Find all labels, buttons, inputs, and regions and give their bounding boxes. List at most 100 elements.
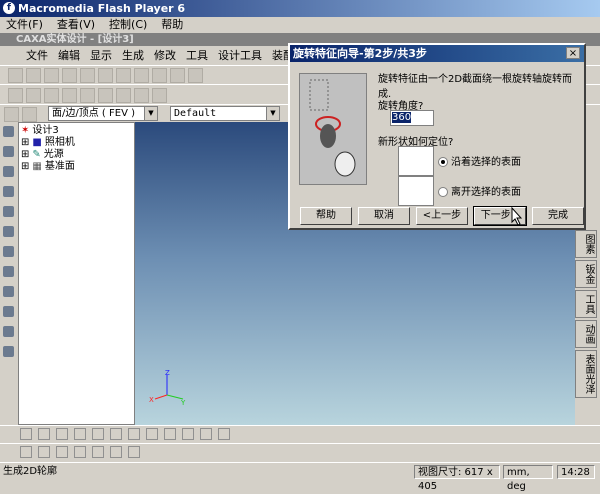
radio-label: 离开选择的表面 [451,187,521,198]
save-icon[interactable] [62,68,77,83]
app-menu-display[interactable]: 显示 [90,46,112,65]
polyline-icon[interactable] [38,428,50,440]
help-pointer-icon[interactable] [188,68,203,83]
app-menu-modify[interactable]: 修改 [154,46,176,65]
tab-animation[interactable]: 动画 [575,320,597,348]
z-axis-label: Z [165,369,170,377]
tool-icon[interactable] [44,88,59,103]
y-axis-label: Y [180,399,186,407]
loft-icon[interactable] [152,88,167,103]
finish-button[interactable]: 完成 [532,207,584,225]
radio-away-surface[interactable]: 离开选择的表面 [438,183,521,198]
menu-control[interactable]: 控制(C) [109,17,147,33]
angle-value: 360 [392,112,412,123]
revolve-icon[interactable] [116,88,131,103]
tool-icon[interactable] [128,446,140,458]
zoom-icon[interactable] [3,206,14,217]
tool-icon[interactable] [62,88,77,103]
app-menu-design-tools[interactable]: 设计工具 [218,46,262,65]
zoom-window-icon[interactable] [3,226,14,237]
cancel-button[interactable]: 取消 [358,207,410,225]
select-arrow-icon[interactable] [4,107,19,122]
rect-icon[interactable] [56,428,68,440]
menu-view[interactable]: 查看(V) [57,17,95,33]
undo-icon[interactable] [80,68,95,83]
app-menu-file[interactable]: 文件 [26,46,48,65]
radio-off-icon [438,187,448,197]
tool-icon[interactable] [3,186,14,197]
tool-icon[interactable] [8,88,23,103]
arc-icon[interactable] [92,428,104,440]
chevron-down-icon: ▼ [144,107,157,120]
light-icon: ✎ [32,149,41,160]
tool-icon[interactable] [3,346,14,357]
tool-icon[interactable] [110,446,122,458]
walk-icon[interactable] [3,166,14,177]
radio-along-surface[interactable]: 沿着选择的表面 [438,153,521,168]
design-tree: ✶ 设计3 ⊞ ■ 照相机 ⊞ ✎ 光源 ⊞ ▦ 基准面 [18,122,135,425]
line-icon[interactable] [20,428,32,440]
chevron-down-icon: ▼ [266,107,279,120]
tool-icon[interactable] [80,88,95,103]
tool-icon[interactable] [152,68,167,83]
dialog-description: 旋转特征由一个2D截面绕一根旋转轴旋转而成. [378,74,573,100]
style-dropdown[interactable]: Default ▼ [170,106,280,121]
help-button[interactable]: 帮助 [300,207,352,225]
camera-icon[interactable] [3,306,14,317]
tree-item-camera[interactable]: ⊞ ■ 照相机 [21,137,132,149]
tool-icon[interactable] [182,428,194,440]
menu-file[interactable]: 文件(F) [6,17,43,33]
tab-sheet-metal[interactable]: 钣金 [575,260,597,288]
expand-icon[interactable]: ⊞ [21,137,29,149]
sweep-icon[interactable] [134,88,149,103]
tool-icon[interactable] [200,428,212,440]
tool-icon[interactable] [26,88,41,103]
angle-input[interactable]: 360 [390,110,434,126]
radio-on-icon [438,157,448,167]
new-icon[interactable] [8,68,23,83]
expand-icon[interactable]: ⊞ [21,161,29,173]
tool-icon[interactable] [128,428,140,440]
tree-item-light[interactable]: ⊞ ✎ 光源 [21,149,132,161]
app-menu-tools[interactable]: 工具 [186,46,208,65]
pan-icon[interactable] [3,126,14,137]
tab-surface-finish[interactable]: 表面光泽 [575,350,597,398]
tool-icon[interactable] [110,428,122,440]
radio-label: 沿着选择的表面 [451,157,521,168]
select-box-icon[interactable] [22,107,37,122]
back-button[interactable]: <上一步 [416,207,468,225]
tab-tools[interactable]: 工具 [575,290,597,318]
tool-icon[interactable] [218,428,230,440]
find-icon[interactable] [170,68,185,83]
revolve-wizard-dialog: 旋转特征向导-第2步/共3步 × 旋转特征由一个2D截面绕一根旋转轴旋转而成. … [288,43,586,230]
tool-icon[interactable] [164,428,176,440]
close-icon[interactable]: × [566,47,580,59]
open-icon[interactable] [44,68,59,83]
expand-icon[interactable]: ⊞ [21,149,29,161]
menu-help[interactable]: 帮助 [161,17,183,33]
redo-icon[interactable] [98,68,113,83]
tool-icon[interactable] [74,446,86,458]
tool-icon[interactable] [116,68,131,83]
units: mm, deg [503,465,553,492]
tool-icon[interactable] [3,326,14,337]
new-drawing-icon[interactable] [26,68,41,83]
tree-item-datum-plane[interactable]: ⊞ ▦ 基准面 [21,161,132,173]
orbit-icon[interactable] [3,146,14,157]
app-menu-edit[interactable]: 编辑 [58,46,80,65]
tool-icon[interactable] [134,68,149,83]
tool-icon[interactable] [20,446,32,458]
view-icon[interactable] [3,246,14,257]
tool-icon[interactable] [92,446,104,458]
tool-icon[interactable] [56,446,68,458]
tool-icon[interactable] [38,446,50,458]
circle-icon[interactable] [74,428,86,440]
fit-icon[interactable] [3,266,14,277]
app-menu-generate[interactable]: 生成 [122,46,144,65]
tree-root[interactable]: ✶ 设计3 [21,125,132,137]
selection-filter-dropdown[interactable]: 面/边/顶点 ( FEV ) ▼ [48,106,158,121]
tool-icon[interactable] [146,428,158,440]
tool-icon[interactable] [3,286,14,297]
extrude-icon[interactable] [98,88,113,103]
tab-elements[interactable]: 图素 [575,230,597,258]
